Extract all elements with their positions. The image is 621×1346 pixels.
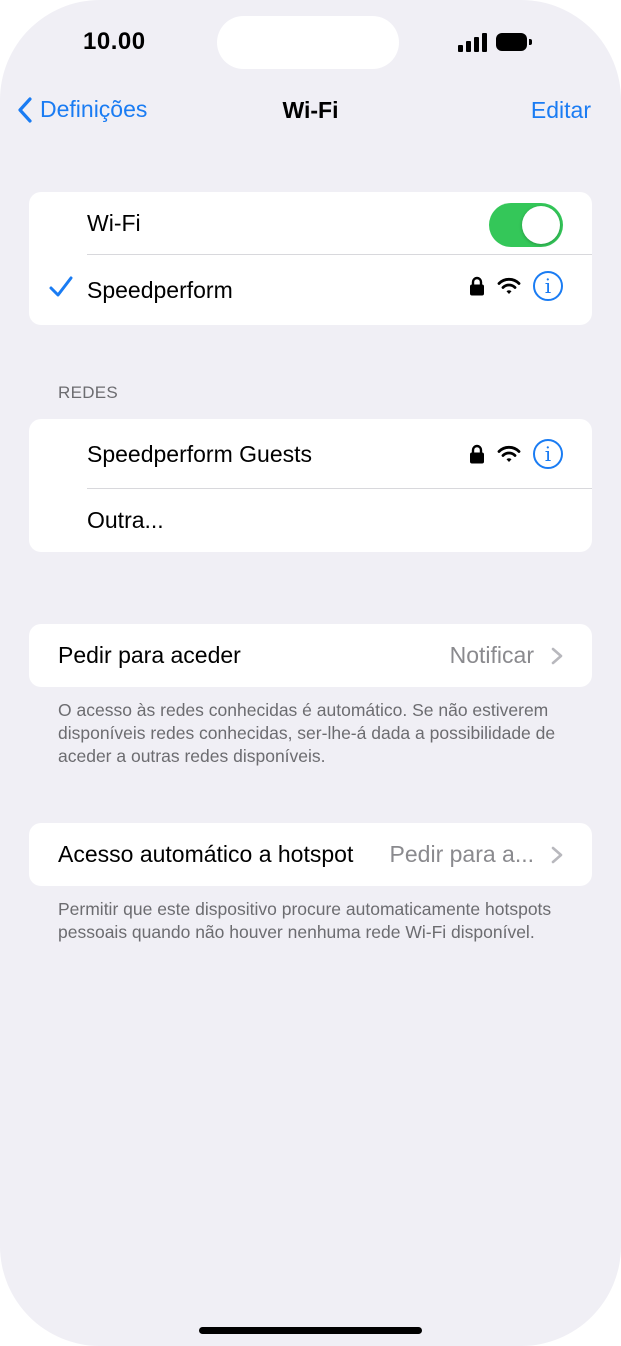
navigation-bar: Definições Wi-Fi Editar: [0, 88, 621, 132]
wifi-toggle-row: Wi-Fi: [29, 192, 592, 255]
chevron-right-icon: [551, 846, 563, 864]
ask-to-join-value: Notificar: [449, 642, 534, 668]
networks-header: REDES: [58, 383, 119, 402]
cellular-signal-icon: [458, 32, 487, 52]
other-network-label: Outra...: [87, 507, 164, 533]
dynamic-island: [217, 16, 399, 69]
phone-screen: 10.00 Definições Wi-Fi Editar Wi-Fi Spee…: [0, 0, 621, 1346]
chevron-right-icon: [551, 647, 563, 665]
wifi-icon: [497, 277, 521, 294]
lock-icon: [470, 276, 484, 296]
battery-icon: [496, 33, 532, 51]
network-status-icons: i: [469, 271, 563, 301]
ask-to-join-label: Pedir para aceder: [58, 642, 241, 668]
network-name: Speedperform Guests: [87, 440, 313, 467]
edit-button[interactable]: Editar: [531, 97, 591, 124]
checkmark-icon: [49, 276, 73, 297]
status-indicators: [458, 31, 532, 53]
hotspot-row[interactable]: Acesso automático a hotspot Pedir para a…: [29, 823, 592, 886]
ask-to-join-footer: O acesso às redes conhecidas é automátic…: [58, 700, 556, 766]
wifi-toggle-label: Wi-Fi: [87, 210, 141, 236]
info-icon[interactable]: i: [533, 271, 563, 301]
hotspot-footer: Permitir que este dispositivo procure au…: [58, 899, 552, 942]
connected-network-row[interactable]: Speedperform i: [29, 255, 592, 325]
page-title: Wi-Fi: [282, 97, 339, 123]
network-row[interactable]: Speedperform Guests i: [29, 419, 592, 489]
wifi-icon: [497, 445, 521, 462]
hotspot-value: Pedir para a...: [389, 841, 534, 867]
other-network-row[interactable]: Outra...: [29, 489, 592, 552]
lock-icon: [470, 444, 484, 464]
wifi-toggle[interactable]: [489, 203, 563, 247]
wifi-group: Wi-Fi Speedperform i: [29, 192, 592, 325]
connected-network-name: Speedperform: [87, 276, 233, 303]
ask-to-join-row[interactable]: Pedir para aceder Notificar: [29, 624, 592, 687]
hotspot-group: Acesso automático a hotspot Pedir para a…: [29, 823, 592, 886]
info-icon[interactable]: i: [533, 439, 563, 469]
networks-group: Speedperform Guests i Outra...: [29, 419, 592, 552]
ask-to-join-group: Pedir para aceder Notificar: [29, 624, 592, 687]
hotspot-label: Acesso automático a hotspot: [58, 841, 354, 867]
network-status-icons: i: [469, 439, 563, 469]
home-indicator[interactable]: [199, 1327, 422, 1334]
status-time: 10.00: [83, 28, 146, 55]
